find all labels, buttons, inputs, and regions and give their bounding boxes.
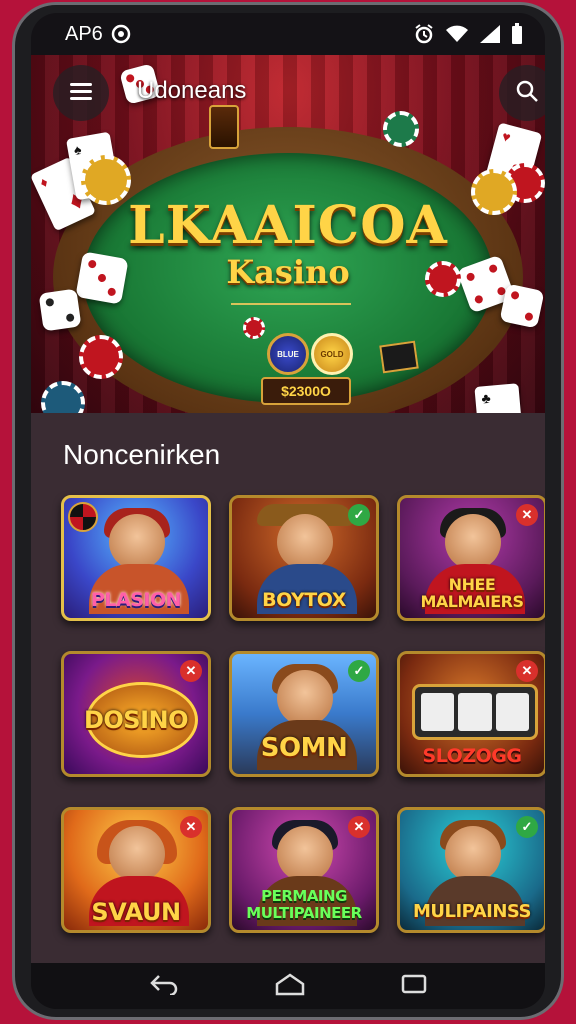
game-title: MULIPAINSS — [412, 901, 532, 922]
game-tile-somn[interactable]: ✓ SOMN — [229, 651, 379, 777]
game-tile-dosino[interactable]: ✕ DOSINO — [61, 651, 211, 777]
game-tile-permaing-multipaineer[interactable]: ✕ PERMAING MULTIPAINEER — [229, 807, 379, 933]
gold-token-icon: GOLD — [311, 333, 353, 375]
hero-title: LKAAICOA — [128, 195, 448, 256]
battery-icon — [511, 23, 523, 45]
game-title: PERMAING MULTIPAINEER — [246, 887, 362, 922]
character-face — [445, 514, 501, 570]
badge-close-icon: ✕ — [348, 816, 370, 838]
blue-token-label: BLUE — [277, 349, 299, 359]
game-title: SLOZOGG — [422, 745, 522, 767]
poker-chip-icon — [383, 111, 419, 147]
recents-icon[interactable] — [401, 973, 427, 1000]
slot-machine-icon — [412, 684, 538, 740]
phone-frame: AP6 ♦ ♦ ♠ ♥ ♣ LKAAICOA Kasino BLUE GOLD … — [12, 2, 564, 1020]
badge-close-icon: ✕ — [516, 660, 538, 682]
character-face — [277, 826, 333, 882]
game-tile-nhee-malmaiers[interactable]: ✕ NHEE MALMAIERS — [397, 495, 545, 621]
badge-check-icon: ✓ — [516, 816, 538, 838]
carrier-label: AP6 — [65, 22, 103, 45]
badge-check-icon: ✓ — [348, 504, 370, 526]
game-title: SOMN — [260, 733, 348, 763]
roulette-icon — [68, 502, 98, 532]
character-face — [277, 670, 333, 726]
poker-chip-icon — [243, 317, 265, 339]
game-title: NHEE MALMAIERS — [420, 575, 524, 611]
game-title: BOYTOX — [262, 589, 346, 611]
search-icon — [515, 79, 539, 108]
game-tile-slozogg[interactable]: ✕ SLOZOGG — [397, 651, 545, 777]
whisky-glass-icon — [209, 105, 239, 149]
navigation-bar — [31, 963, 545, 1009]
home-icon[interactable] — [274, 972, 306, 1001]
dice-icon — [38, 288, 82, 332]
status-bar: AP6 — [31, 13, 545, 55]
badge-close-icon: ✕ — [180, 816, 202, 838]
card-holder-icon — [379, 340, 419, 374]
poker-chip-icon — [79, 335, 123, 379]
game-tile-plasion[interactable]: PLASION — [61, 495, 211, 621]
character-face — [277, 514, 333, 570]
hero-banner[interactable]: ♦♦ ♠♠ ♥♥ ♣ LKAAICOA Kasino BLUE GOLD $ — [31, 55, 545, 413]
badge-check-icon: ✓ — [348, 660, 370, 682]
screen: AP6 ♦ ♦ ♠ ♥ ♣ LKAAICOA Kasino BLUE GOLD … — [31, 13, 545, 1009]
game-title: SVAUN — [91, 898, 181, 926]
settings-icon — [111, 24, 131, 44]
app-title: Udoneans — [137, 77, 247, 104]
character-face — [109, 514, 165, 570]
felt-line — [231, 303, 351, 305]
character-face — [445, 826, 501, 882]
game-tile-svaun[interactable]: ✕ SVAUN — [61, 807, 211, 933]
playing-card-icon: ♣ — [474, 383, 524, 413]
game-tile-boytox[interactable]: ✓ BOYTOX — [229, 495, 379, 621]
badge-close-icon: ✕ — [180, 660, 202, 682]
game-tile-mulipainss[interactable]: ✓ MULIPAINSS — [397, 807, 545, 933]
character-face — [109, 826, 165, 882]
back-icon[interactable] — [149, 973, 179, 1000]
badge-close-icon: ✕ — [516, 504, 538, 526]
section-title: Noncenirken — [63, 439, 221, 470]
menu-button[interactable] — [53, 65, 109, 121]
hero-subtitle: Kasino — [226, 253, 350, 291]
game-title: DOSINO — [83, 706, 189, 734]
menu-icon — [69, 81, 93, 106]
game-title: PLASION — [90, 589, 182, 611]
signal-icon — [479, 24, 501, 44]
score-display: $2300O — [261, 377, 351, 405]
blue-token-icon: BLUE — [267, 333, 309, 375]
gold-token-label: GOLD — [320, 349, 344, 359]
alarm-icon — [413, 23, 435, 45]
wifi-icon — [445, 24, 469, 44]
